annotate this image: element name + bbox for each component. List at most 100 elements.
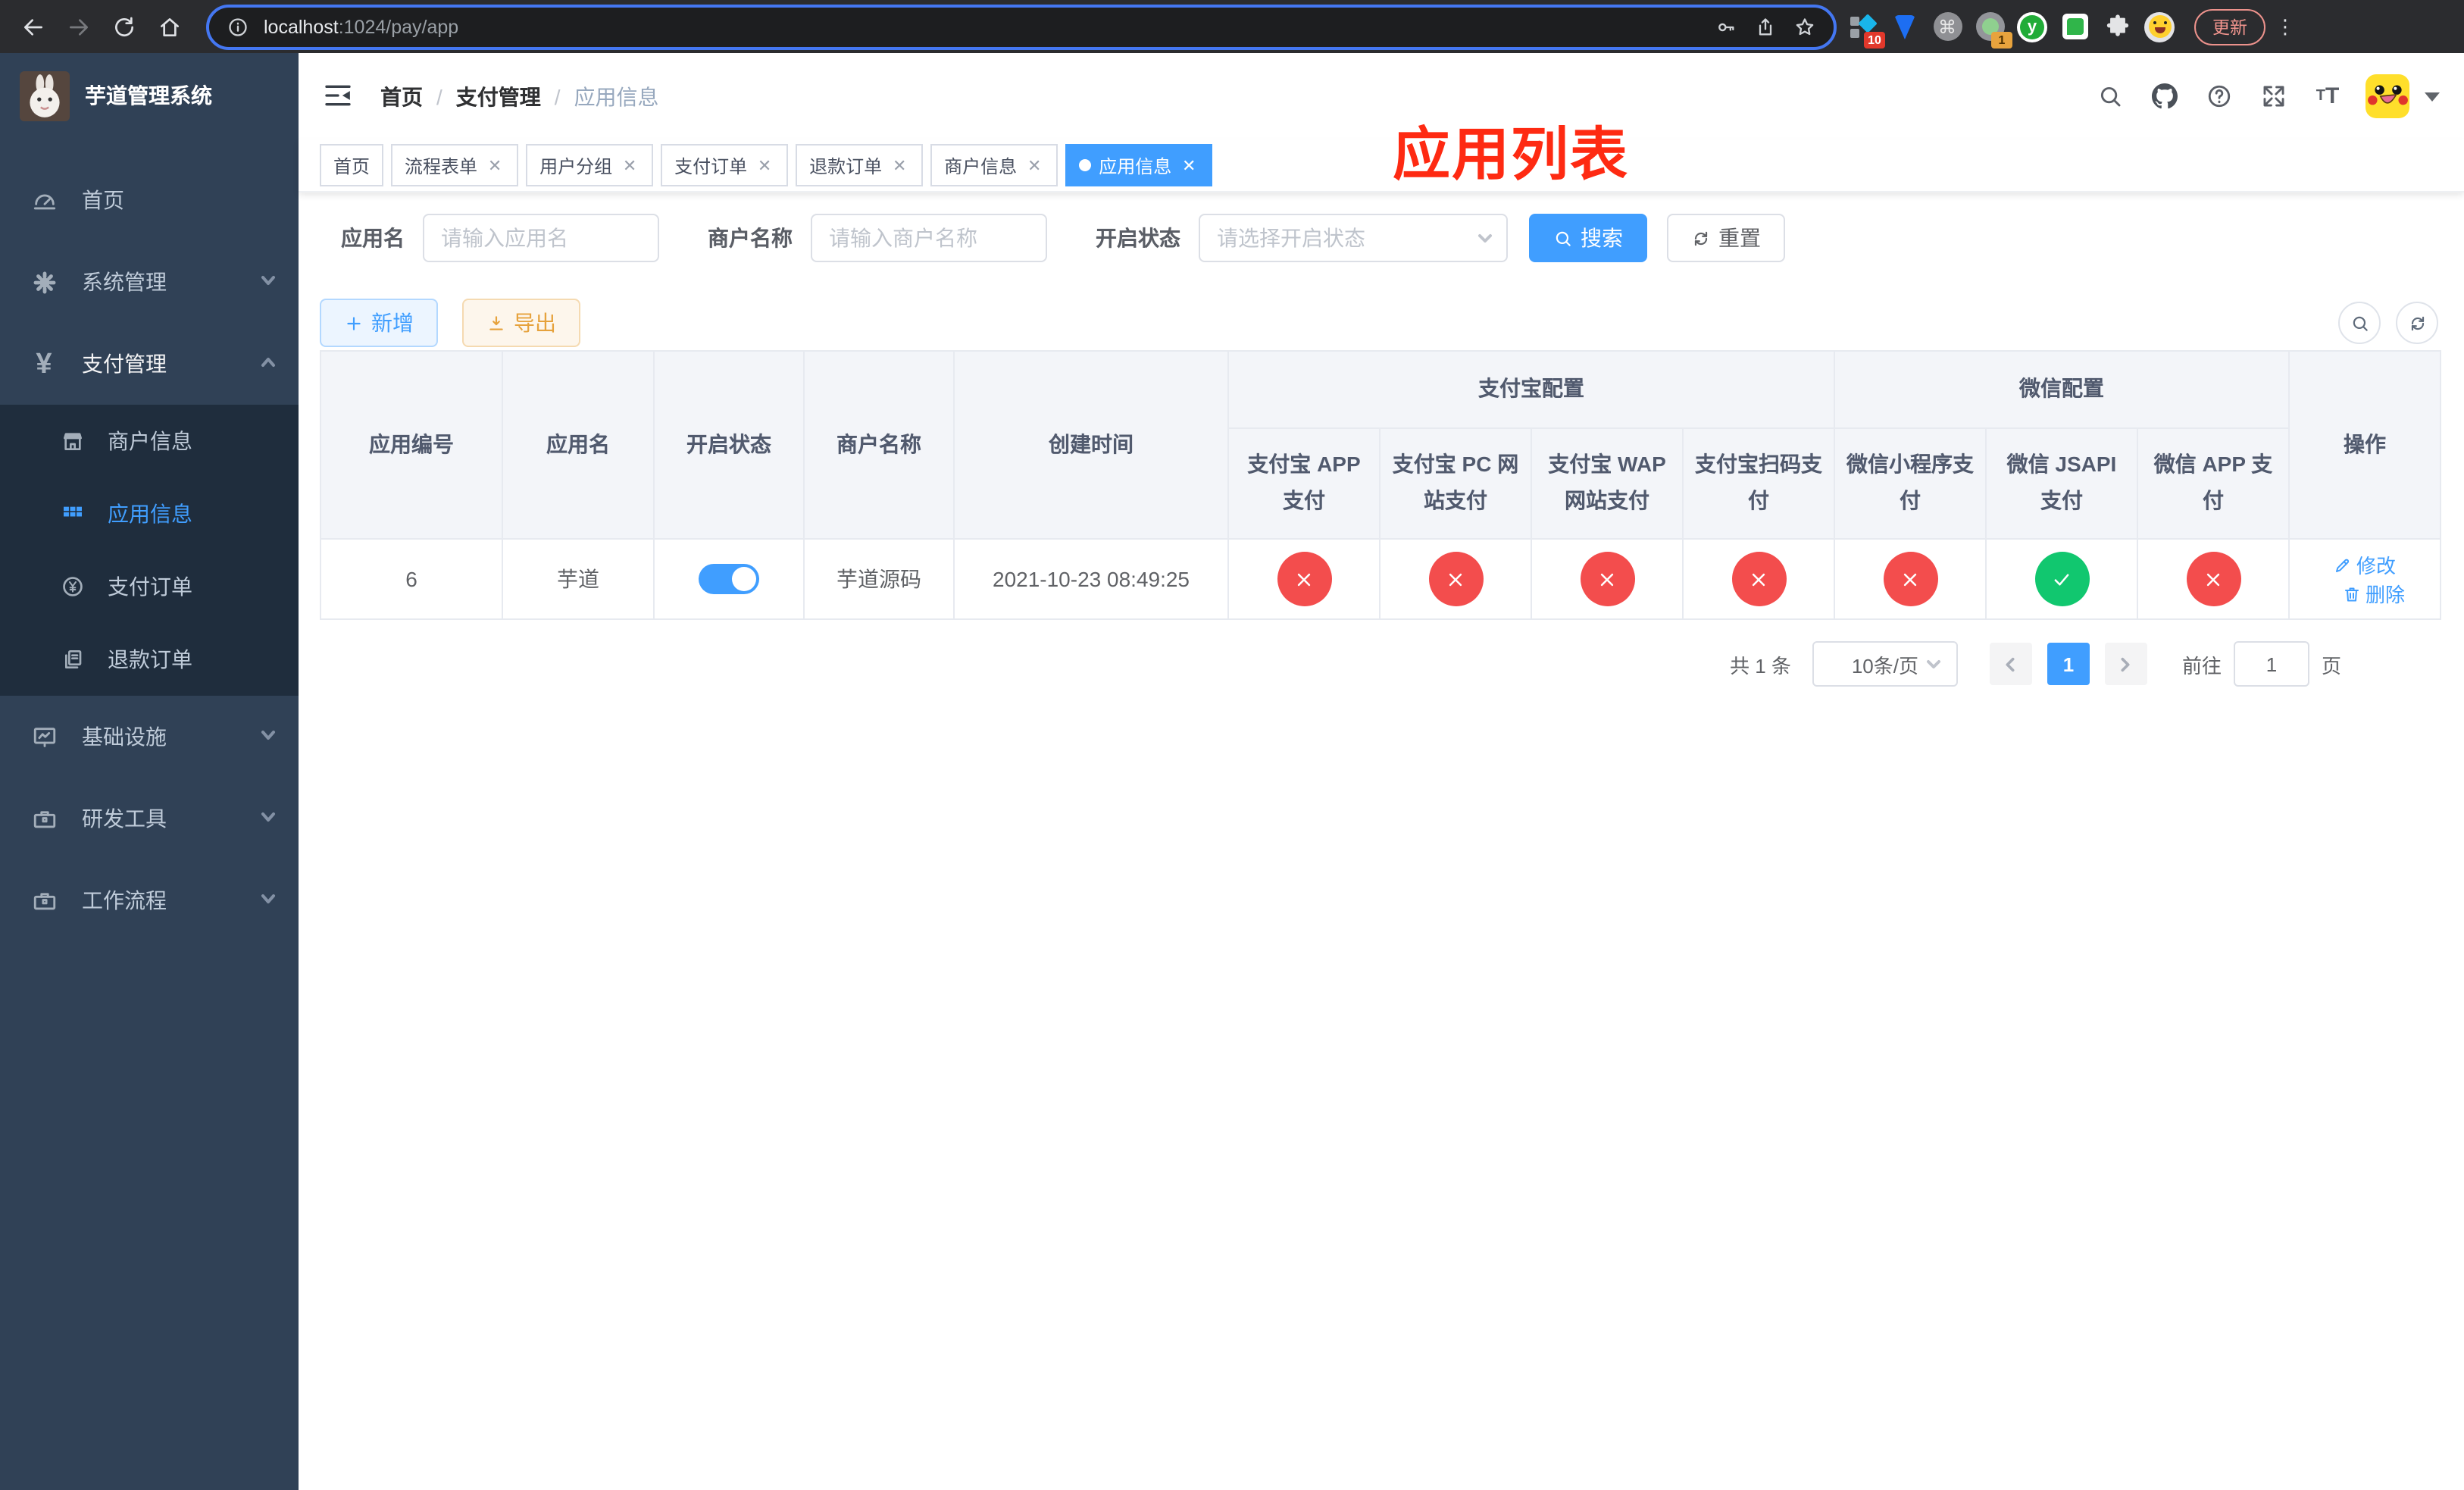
address-bar[interactable]: localhost :1024/pay/app <box>206 4 1837 49</box>
close-icon[interactable]: ✕ <box>1024 155 1044 175</box>
sidebar-item-merchant-info[interactable]: 商户信息 <box>0 405 299 477</box>
extension-recorder-icon[interactable]: 1 <box>1973 10 2012 48</box>
tags-view-bar: 首页 流程表单 ✕ 用户分组 ✕ 支付订单 ✕ 退款订单 ✕ 商户信息 ✕ 应用信息 ✕ <box>299 139 2464 193</box>
close-icon[interactable]: ✕ <box>1179 155 1199 175</box>
add-button[interactable]: 新增 <box>320 299 438 347</box>
monitor-icon <box>29 722 59 752</box>
app-logo-row[interactable]: 芋道管理系统 <box>0 53 299 138</box>
active-dot <box>1079 159 1092 171</box>
profile-avatar-icon[interactable] <box>2143 10 2176 43</box>
sidebar-item-home[interactable]: 首页 <box>0 159 299 241</box>
pagination-total: 共 1 条 <box>1730 654 1791 677</box>
help-icon[interactable] <box>2202 80 2235 113</box>
sidebar-item-payment[interactable]: ¥ 支付管理 <box>0 323 299 405</box>
avatar-caret-icon[interactable] <box>2425 92 2440 101</box>
sidebar-item-refund-orders[interactable]: 退款订单 <box>0 623 299 696</box>
close-icon[interactable]: ✕ <box>755 155 774 175</box>
delete-link[interactable]: 删除 <box>2343 579 2405 608</box>
col-operations: 操作 <box>2288 350 2441 540</box>
wechat-lite-status-icon <box>1883 552 1937 606</box>
password-key-icon[interactable] <box>1712 13 1740 40</box>
reset-button[interactable]: 重置 <box>1667 214 1785 262</box>
forward-icon[interactable] <box>61 8 97 45</box>
back-icon[interactable] <box>15 8 52 45</box>
chevron-down-icon <box>1925 655 1943 678</box>
page-info-icon[interactable] <box>224 13 252 40</box>
search-form: 应用名 商户名称 开启状态 搜索 重置 <box>320 214 2438 262</box>
col-app-id: 应用编号 <box>320 350 503 540</box>
user-avatar[interactable] <box>2366 74 2409 118</box>
status-select[interactable] <box>1199 214 1508 262</box>
tab-process-form[interactable]: 流程表单 ✕ <box>391 144 519 186</box>
page-size-select[interactable]: 10条/页 <box>1812 641 1958 687</box>
tab-pay-orders[interactable]: 支付订单 ✕ <box>661 144 789 186</box>
extension-y-icon[interactable]: y <box>2015 10 2049 43</box>
tab-home[interactable]: 首页 <box>320 144 384 186</box>
sidebar-item-app-info[interactable]: 应用信息 <box>0 477 299 550</box>
close-icon[interactable]: ✕ <box>890 155 909 175</box>
reload-icon[interactable] <box>106 8 142 45</box>
app-name-input[interactable] <box>423 214 659 262</box>
app-table: 应用编号 应用名 开启状态 商户名称 创建时间 支付宝配置 微信配置 操作 支付… <box>320 350 2441 620</box>
tab-refund-orders[interactable]: 退款订单 ✕ <box>796 144 924 186</box>
extension-command-icon[interactable]: ⌘ <box>1931 10 1964 43</box>
extension-squares-icon[interactable]: 10 <box>1846 10 1885 48</box>
page-number-1[interactable]: 1 <box>2047 643 2090 685</box>
sidebar-item-system[interactable]: 系统管理 <box>0 241 299 323</box>
status-label: 开启状态 <box>1096 226 1180 250</box>
next-page-button[interactable] <box>2104 643 2147 685</box>
tab-app-info[interactable]: 应用信息 ✕ <box>1065 144 1213 186</box>
bookmark-star-icon[interactable] <box>1791 13 1818 40</box>
chevron-down-icon <box>259 806 277 831</box>
refresh-button[interactable] <box>2396 302 2438 344</box>
col-alipay-wap: 支付宝 WAP 网站支付 <box>1531 427 1684 540</box>
export-button[interactable]: 导出 <box>462 299 580 347</box>
prev-page-button[interactable] <box>1989 643 2032 685</box>
browser-menu-icon[interactable]: ⋮ <box>2275 14 2296 39</box>
toolbox-icon <box>29 803 59 834</box>
extension-badge-2: 1 <box>1991 31 2012 48</box>
app-logo <box>20 70 70 121</box>
edit-link[interactable]: 修改 <box>2334 550 2396 579</box>
search-button[interactable]: 搜索 <box>1529 214 1647 262</box>
breadcrumb-payment[interactable]: 支付管理 <box>456 81 541 111</box>
tab-merchant-info[interactable]: 商户信息 ✕ <box>930 144 1058 186</box>
tab-user-group[interactable]: 用户分组 ✕ <box>526 144 654 186</box>
toggle-search-button[interactable] <box>2338 302 2381 344</box>
sidebar-item-infrastructure[interactable]: 基础设施 <box>0 696 299 778</box>
sidebar-item-pay-orders[interactable]: 支付订单 <box>0 550 299 623</box>
share-icon[interactable] <box>1752 13 1779 40</box>
payment-submenu: 商户信息 应用信息 支付订单 退款订单 <box>0 405 299 696</box>
header-search-icon[interactable] <box>2093 80 2126 113</box>
sidebar-item-workflow[interactable]: 工作流程 <box>0 859 299 941</box>
gear-icon <box>29 267 59 297</box>
fullscreen-icon[interactable] <box>2256 80 2290 113</box>
annotation-title: 应用列表 <box>1393 124 1630 188</box>
extensions-puzzle-icon[interactable] <box>2100 10 2134 43</box>
pagination: 共 1 条 10条/页 1 前往 页 <box>320 641 2438 687</box>
extension-chat-icon[interactable] <box>2058 10 2091 43</box>
chevron-down-icon <box>259 270 277 294</box>
col-alipay-pc: 支付宝 PC 网站支付 <box>1379 427 1532 540</box>
extension-badge: 10 <box>1864 31 1885 48</box>
font-size-icon[interactable]: TT <box>2311 80 2344 113</box>
goto-label: 前往 <box>2181 654 2222 677</box>
col-wechat-app: 微信 APP 支付 <box>2137 427 2290 540</box>
close-icon[interactable]: ✕ <box>620 155 639 175</box>
browser-toolbar: localhost :1024/pay/app 10 ⌘ 1 y 更新 ⋮ <box>0 0 2464 53</box>
github-icon[interactable] <box>2147 80 2181 113</box>
cell-created: 2021-10-23 08:49:25 <box>953 538 1229 620</box>
close-icon[interactable]: ✕ <box>485 155 505 175</box>
browser-update-button[interactable]: 更新 <box>2194 8 2265 45</box>
row-status-toggle[interactable] <box>699 564 759 594</box>
goto-page-input[interactable] <box>2233 641 2309 687</box>
extension-kite-icon[interactable] <box>1888 10 1921 43</box>
chevron-down-icon <box>259 725 277 749</box>
breadcrumb-home[interactable]: 首页 <box>380 81 423 111</box>
sidebar-item-dev-tools[interactable]: 研发工具 <box>0 778 299 859</box>
col-created: 创建时间 <box>953 350 1229 540</box>
home-icon[interactable] <box>152 8 188 45</box>
merchant-name-input[interactable] <box>811 214 1047 262</box>
table-toolbar: 新增 导出 <box>320 299 2438 347</box>
sidebar-fold-icon[interactable] <box>323 80 356 113</box>
